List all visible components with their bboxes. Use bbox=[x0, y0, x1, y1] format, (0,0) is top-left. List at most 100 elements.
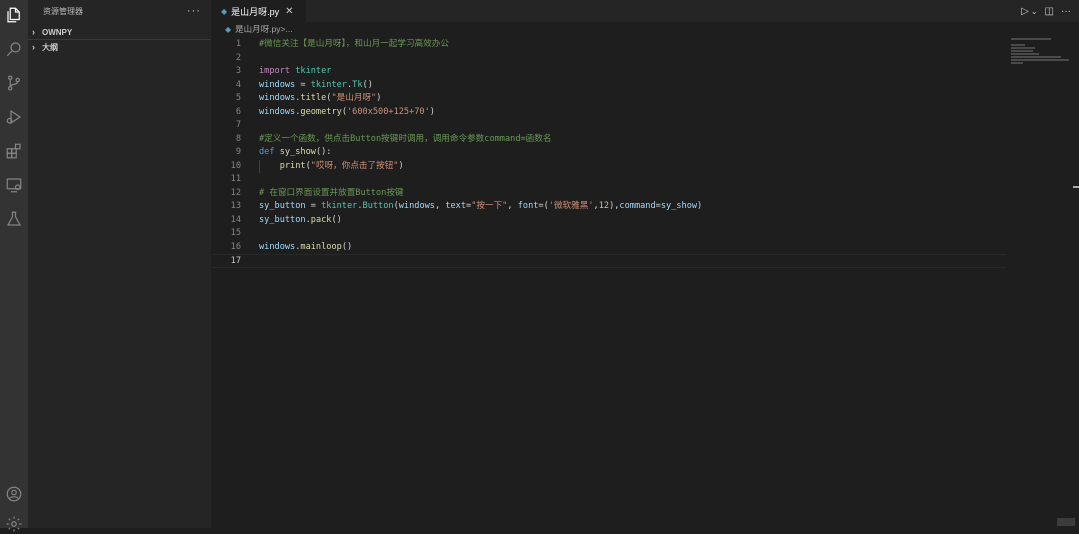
minimap[interactable] bbox=[1011, 38, 1071, 78]
line-number[interactable]: 16 bbox=[211, 241, 241, 255]
section-ownpy[interactable]: › OWNPY bbox=[28, 25, 211, 40]
code-line[interactable]: 17 bbox=[211, 254, 1006, 268]
line-number[interactable]: 13 bbox=[211, 200, 241, 214]
code-line[interactable]: 2 bbox=[211, 52, 1079, 66]
close-icon[interactable]: ✕ bbox=[285, 6, 293, 17]
run-debug-icon[interactable] bbox=[4, 107, 24, 127]
code-token: # 在窗口界面设置并放置Button按键 bbox=[259, 187, 404, 198]
code-line[interactable]: 16 windows.mainloop() bbox=[211, 241, 1079, 255]
code-line[interactable]: 12 # 在窗口界面设置并放置Button按键 bbox=[211, 187, 1079, 201]
code-line[interactable]: 14 sy_button.pack() bbox=[211, 214, 1079, 228]
code-line[interactable]: 9 def sy_show(): bbox=[211, 146, 1079, 160]
code-line[interactable]: 6 windows.geometry('600x500+125+70') bbox=[211, 106, 1079, 120]
editor: ◆ 是山月呀.py ✕ ▷ ⌄ ◫ ··· ◆ 是山月呀.py > ... 1 #… bbox=[211, 0, 1079, 528]
extensions-icon[interactable] bbox=[4, 141, 24, 161]
code-line[interactable]: 11 bbox=[211, 173, 1079, 187]
more-actions-icon[interactable]: ··· bbox=[1061, 6, 1071, 17]
code-token: def bbox=[259, 147, 275, 157]
line-number[interactable]: 10 bbox=[211, 160, 241, 174]
breadcrumb-more[interactable]: ... bbox=[285, 24, 292, 34]
run-icon[interactable]: ▷ bbox=[1021, 6, 1029, 17]
line-number[interactable]: 11 bbox=[211, 173, 241, 187]
code-token: () bbox=[362, 79, 373, 90]
line-number[interactable]: 8 bbox=[211, 133, 241, 147]
code-token: windows bbox=[398, 201, 435, 211]
code-token: = bbox=[305, 201, 322, 211]
source-control-icon[interactable] bbox=[4, 73, 24, 93]
line-number[interactable]: 1 bbox=[211, 38, 241, 52]
code-line[interactable]: 4 windows = tkinter.Tk() bbox=[211, 79, 1079, 93]
line-number[interactable]: 14 bbox=[211, 214, 241, 228]
chevron-down-icon[interactable]: ⌄ bbox=[1031, 7, 1038, 16]
chevron-right-icon: › bbox=[32, 27, 35, 37]
code-line[interactable]: 3 import tkinter bbox=[211, 65, 1079, 79]
section-outline[interactable]: › 大纲 bbox=[28, 40, 211, 54]
code-token: windows bbox=[259, 93, 296, 103]
code-token: text bbox=[445, 201, 467, 211]
code-token: sy_button bbox=[259, 214, 306, 225]
code-token: "哎呀，你点击了按钮" bbox=[310, 160, 399, 171]
code-token: command bbox=[619, 201, 656, 211]
tab-active-file[interactable]: ◆ 是山月呀.py ✕ bbox=[211, 0, 306, 22]
code-line[interactable]: 13 sy_button = tkinter.Button(windows, te… bbox=[211, 200, 1079, 214]
line-number[interactable]: 4 bbox=[211, 79, 241, 93]
code-token: #微信关注【是山月呀】，和山月一起学习高效办公 bbox=[259, 39, 449, 49]
testing-icon[interactable] bbox=[4, 209, 24, 229]
code-token: #定义一个函数，供点击Button按键时调用，调用命令参数command=函数名 bbox=[259, 133, 552, 144]
breadcrumb: ◆ 是山月呀.py > ... bbox=[211, 22, 1079, 36]
editor-actions: ▷ ⌄ ◫ ··· bbox=[1021, 0, 1071, 22]
line-number[interactable]: 3 bbox=[211, 65, 241, 79]
code-text: #微信关注【是山月呀】，和山月一起学习高效办公 bbox=[259, 38, 449, 52]
breadcrumb-file[interactable]: 是山月呀.py bbox=[235, 23, 280, 35]
code-token: windows bbox=[259, 106, 296, 117]
line-number[interactable]: 2 bbox=[211, 52, 241, 66]
search-icon[interactable] bbox=[4, 39, 24, 59]
code-line[interactable]: 8 #定义一个函数，供点击Button按键时调用，调用命令参数command=函数… bbox=[211, 133, 1079, 147]
tab-label: 是山月呀.py bbox=[231, 6, 280, 17]
code-token: mainloop bbox=[300, 241, 342, 252]
code-text: windows.mainloop() bbox=[259, 241, 352, 255]
account-icon[interactable] bbox=[4, 484, 24, 504]
line-number[interactable]: 7 bbox=[211, 119, 241, 133]
code-token: tkinter bbox=[321, 201, 358, 211]
settings-gear-icon[interactable] bbox=[4, 514, 24, 534]
python-file-icon: ◆ bbox=[221, 6, 228, 16]
code-text: import tkinter bbox=[259, 65, 331, 79]
code-text: sy_button.pack() bbox=[259, 214, 342, 228]
line-number[interactable]: 12 bbox=[211, 187, 241, 201]
code-token: ) bbox=[697, 201, 703, 211]
chevron-right-icon: › bbox=[32, 42, 35, 52]
code-token: ) bbox=[376, 93, 382, 103]
code-token: title bbox=[300, 93, 327, 103]
tab-bar: ◆ 是山月呀.py ✕ ▷ ⌄ ◫ ··· bbox=[211, 0, 1079, 22]
code-token: import bbox=[259, 66, 291, 76]
code-line[interactable]: 10 print("哎呀，你点击了按钮") bbox=[211, 159, 1079, 174]
code-line[interactable]: 7 bbox=[211, 119, 1079, 133]
code-token: () bbox=[331, 214, 342, 225]
line-number[interactable]: 15 bbox=[211, 227, 241, 241]
code-token: , bbox=[507, 201, 518, 211]
code-token: ) bbox=[429, 106, 435, 117]
line-number[interactable]: 6 bbox=[211, 106, 241, 120]
line-number[interactable]: 9 bbox=[211, 146, 241, 160]
line-number[interactable]: 17 bbox=[211, 255, 241, 269]
split-editor-icon[interactable]: ◫ bbox=[1045, 6, 1054, 17]
code-text: print("哎呀，你点击了按钮") bbox=[259, 160, 404, 174]
files-icon[interactable] bbox=[4, 5, 24, 25]
code-token: windows bbox=[259, 79, 296, 90]
sidebar-more-icon[interactable]: ··· bbox=[187, 5, 201, 17]
code-token: '微软雅黑' bbox=[548, 201, 594, 211]
code-token: ), bbox=[609, 201, 620, 211]
code-area[interactable]: 1 #微信关注【是山月呀】，和山月一起学习高效办公 2 3 import tkinter… bbox=[211, 38, 1079, 268]
python-file-icon: ◆ bbox=[225, 24, 232, 34]
code-line[interactable]: 1 #微信关注【是山月呀】，和山月一起学习高效办公 bbox=[211, 38, 1079, 52]
section-label: 大纲 bbox=[42, 42, 58, 52]
code-line[interactable]: 15 bbox=[211, 227, 1079, 241]
line-number[interactable]: 5 bbox=[211, 92, 241, 106]
code-token: "按一下" bbox=[471, 201, 508, 211]
code-token: () bbox=[341, 241, 353, 252]
scrollbar-marker[interactable] bbox=[1073, 186, 1079, 188]
remote-explorer-icon[interactable] bbox=[4, 175, 24, 195]
code-line[interactable]: 5 windows.title("是山月呀") bbox=[211, 92, 1079, 106]
